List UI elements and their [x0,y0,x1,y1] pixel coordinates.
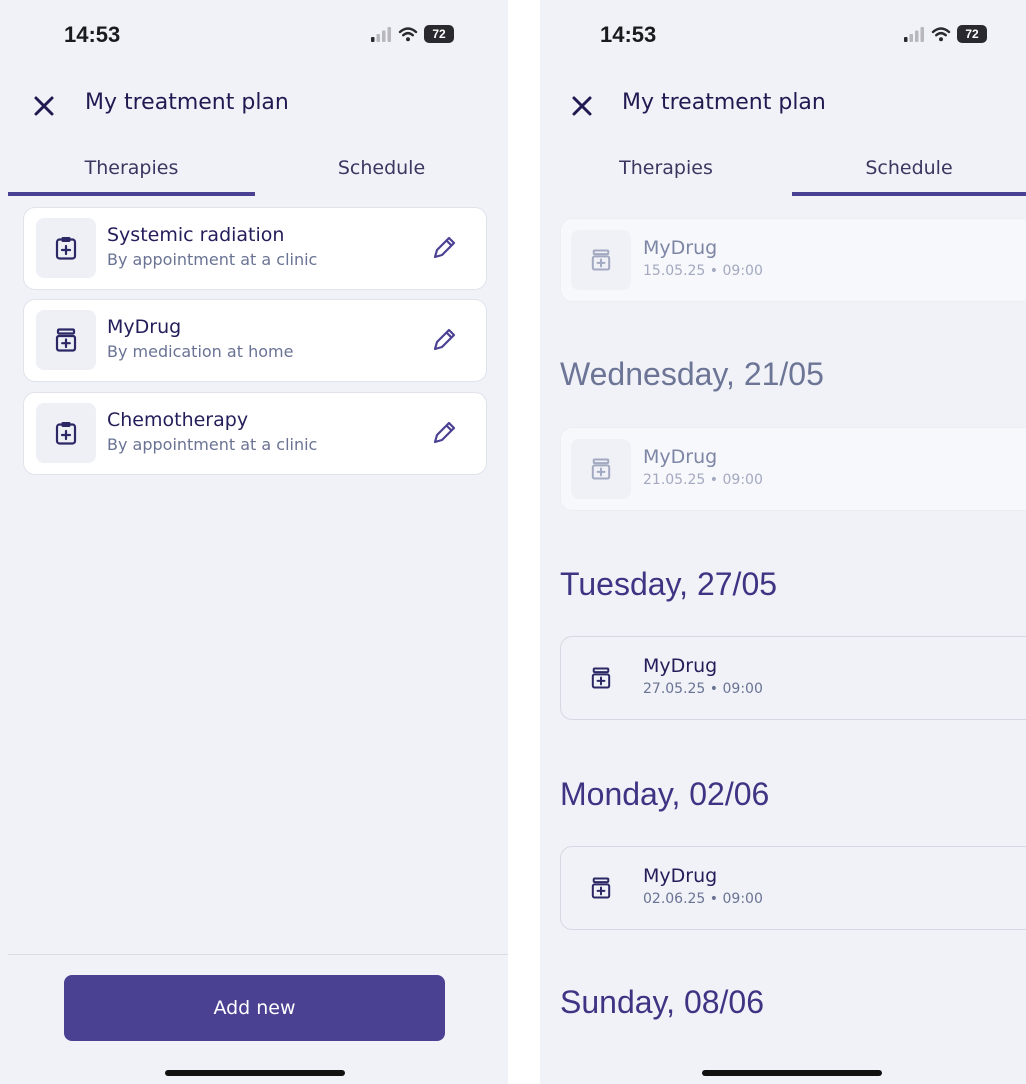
therapy-subtitle: By appointment at a clinic [107,250,318,269]
medicine-bottle-icon [591,458,611,480]
therapy-title: MyDrug [107,316,182,338]
cellular-signal-icon [904,27,924,42]
schedule-item[interactable]: MyDrug 02.06.25 • 09:00 [560,846,1026,930]
home-indicator[interactable] [165,1070,345,1076]
status-bar: 14:53 72 [0,0,508,70]
medicine-bottle-icon [591,667,611,689]
page-title: My treatment plan [622,90,826,115]
tab-schedule[interactable]: Schedule [255,148,508,196]
schedule-item-datetime: 27.05.25 • 09:00 [643,681,763,697]
schedule-screen: 14:53 72 My treatment plan Therapies Sch… [540,0,1026,1084]
wifi-icon [398,27,418,42]
therapy-card[interactable]: Systemic radiation By appointment at a c… [23,207,487,290]
schedule-icon-box [571,230,631,290]
home-indicator[interactable] [702,1070,882,1076]
schedule-item-title: MyDrug [643,655,718,677]
therapy-title: Chemotherapy [107,409,249,431]
schedule-item[interactable]: MyDrug 21.05.25 • 09:00 [560,427,1026,511]
status-time: 14:53 [64,22,121,47]
battery-icon: 72 [957,25,987,43]
battery-icon: 72 [424,25,454,43]
day-heading: Tuesday, 27/05 [560,566,778,602]
status-time: 14:53 [600,22,657,47]
medicine-bottle-icon [591,249,611,271]
status-icons: 72 [903,25,987,43]
schedule-icon-box [571,439,631,499]
cellular-signal-icon [371,27,391,42]
add-new-button[interactable]: Add new [64,975,445,1041]
schedule-icon-box [571,648,631,708]
therapy-card[interactable]: MyDrug By medication at home [23,299,487,382]
schedule-item[interactable]: MyDrug 27.05.25 • 09:00 [560,636,1026,720]
schedule-item-title: MyDrug [643,237,718,259]
schedule-item-title: MyDrug [643,865,718,887]
therapy-icon-box [36,403,96,463]
therapy-title: Systemic radiation [107,224,285,246]
wifi-icon [931,27,951,42]
pencil-icon[interactable] [430,326,458,354]
day-heading: Sunday, 08/06 [560,984,765,1020]
tab-bar: Therapies Schedule [540,148,1026,198]
close-icon[interactable] [30,92,58,120]
medicine-bottle-icon [591,877,611,899]
schedule-item-datetime: 02.06.25 • 09:00 [643,891,763,907]
therapy-card[interactable]: Chemotherapy By appointment at a clinic [23,392,487,475]
schedule-item-datetime: 15.05.25 • 09:00 [643,263,763,279]
app-header: My treatment plan [0,84,508,128]
close-icon[interactable] [568,92,596,120]
tab-label: Therapies [84,157,179,179]
page-title: My treatment plan [85,90,289,115]
therapies-screen: 14:53 72 My treatment plan Therapies Sch… [0,0,508,1084]
tab-label: Schedule [865,157,953,179]
schedule-item-datetime: 21.05.25 • 09:00 [643,472,763,488]
clipboard-plus-icon [55,237,77,260]
pencil-icon[interactable] [430,419,458,447]
app-header: My treatment plan [540,84,1026,128]
schedule-icon-box [571,858,631,918]
tab-therapies[interactable]: Therapies [540,148,792,196]
footer-divider [8,954,508,955]
therapy-icon-box [36,218,96,278]
schedule-item-title: MyDrug [643,446,718,468]
therapy-subtitle: By appointment at a clinic [107,435,318,454]
therapy-subtitle: By medication at home [107,342,294,361]
tab-label: Schedule [337,157,426,179]
tab-schedule[interactable]: Schedule [792,148,1026,196]
day-heading: Monday, 02/06 [560,776,770,812]
day-heading: Wednesday, 21/05 [560,356,824,392]
tab-underline [792,192,1026,196]
therapy-icon-box [36,310,96,370]
status-icons: 72 [370,25,454,43]
pencil-icon[interactable] [430,234,458,262]
tab-bar: Therapies Schedule [0,148,508,198]
tab-label: Therapies [619,157,713,179]
tab-underline [8,192,255,196]
tab-therapies[interactable]: Therapies [8,148,255,196]
schedule-item[interactable]: MyDrug 15.05.25 • 09:00 [560,218,1026,302]
medicine-bottle-icon [55,328,77,352]
status-bar: 14:53 72 [540,0,1026,70]
clipboard-plus-icon [55,422,77,445]
